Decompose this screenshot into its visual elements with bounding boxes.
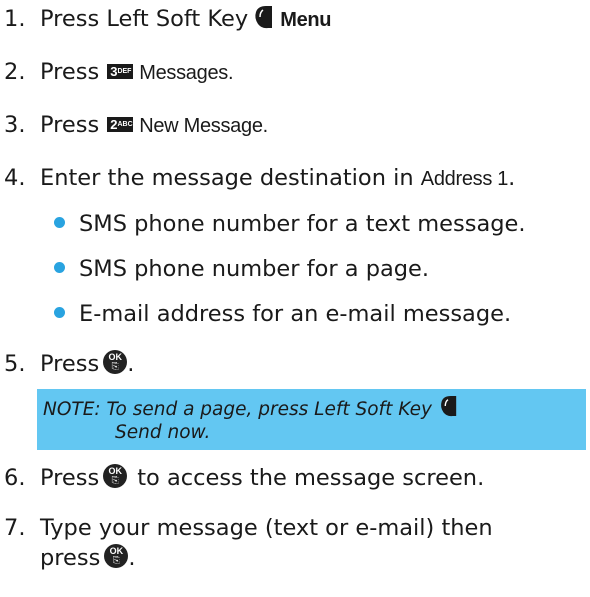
note-line-1: NOTE: To send a page, press Left Soft Ke… (43, 394, 464, 426)
note-box: NOTE: To send a page, press Left Soft Ke… (37, 389, 586, 450)
menu-label: Menu (280, 9, 332, 31)
left-soft-key-icon (438, 394, 458, 426)
step-3: 3. Press 2ABC New Message. (4, 110, 268, 141)
bullet-icon (54, 217, 65, 228)
note-line-2: Send now. (115, 422, 211, 443)
step-number: 2. (4, 59, 26, 85)
step-text: Press (40, 112, 100, 138)
step-text: Enter the message destination in (40, 165, 414, 191)
step-1: 1. Press Left Soft Key Menu (4, 4, 332, 38)
step-number: 4. (4, 165, 26, 191)
step-2: 2. Press 3DEF Messages. (4, 57, 234, 88)
list-item: E-mail address for an e-mail message. (54, 299, 511, 329)
step-text: Press Left Soft Key (40, 6, 249, 32)
step-7: 7. Type your message (text or e-mail) the… (4, 513, 493, 543)
step-6: 6. Press OK ⎘ to access the message screen. (4, 464, 485, 491)
bullet-icon (54, 307, 65, 318)
messages-label: Messages. (139, 62, 234, 84)
list-item: SMS phone number for a text message. (54, 209, 526, 239)
ok-button-icon: OK ⎘ (104, 544, 129, 568)
step-7-line-2: press OK ⎘. (40, 544, 136, 571)
new-message-label: New Message. (139, 115, 268, 137)
step-number: 3. (4, 112, 26, 138)
step-text: Type your message (text or e-mail) then (40, 515, 493, 541)
bullet-icon (54, 262, 65, 273)
key-3-icon: 3DEF (107, 64, 134, 79)
step-text: Press (40, 351, 100, 377)
step-number: 1. (4, 6, 26, 32)
step-5: 5. Press OK ⎘. (4, 350, 135, 377)
step-text: Press (40, 59, 100, 85)
address-1-label: Address 1 (420, 168, 509, 190)
ok-button-icon: OK ⎘ (103, 464, 128, 488)
step-number: 5. (4, 351, 26, 377)
left-soft-key-icon (252, 4, 274, 38)
step-4: 4. Enter the message destination in Addre… (4, 165, 516, 191)
list-item: SMS phone number for a page. (54, 254, 429, 284)
step-number: 7. (4, 515, 26, 541)
step-text: Press (40, 465, 100, 491)
step-number: 6. (4, 465, 26, 491)
key-2-icon: 2ABC (107, 117, 134, 132)
ok-button-icon: OK ⎘ (103, 350, 128, 374)
